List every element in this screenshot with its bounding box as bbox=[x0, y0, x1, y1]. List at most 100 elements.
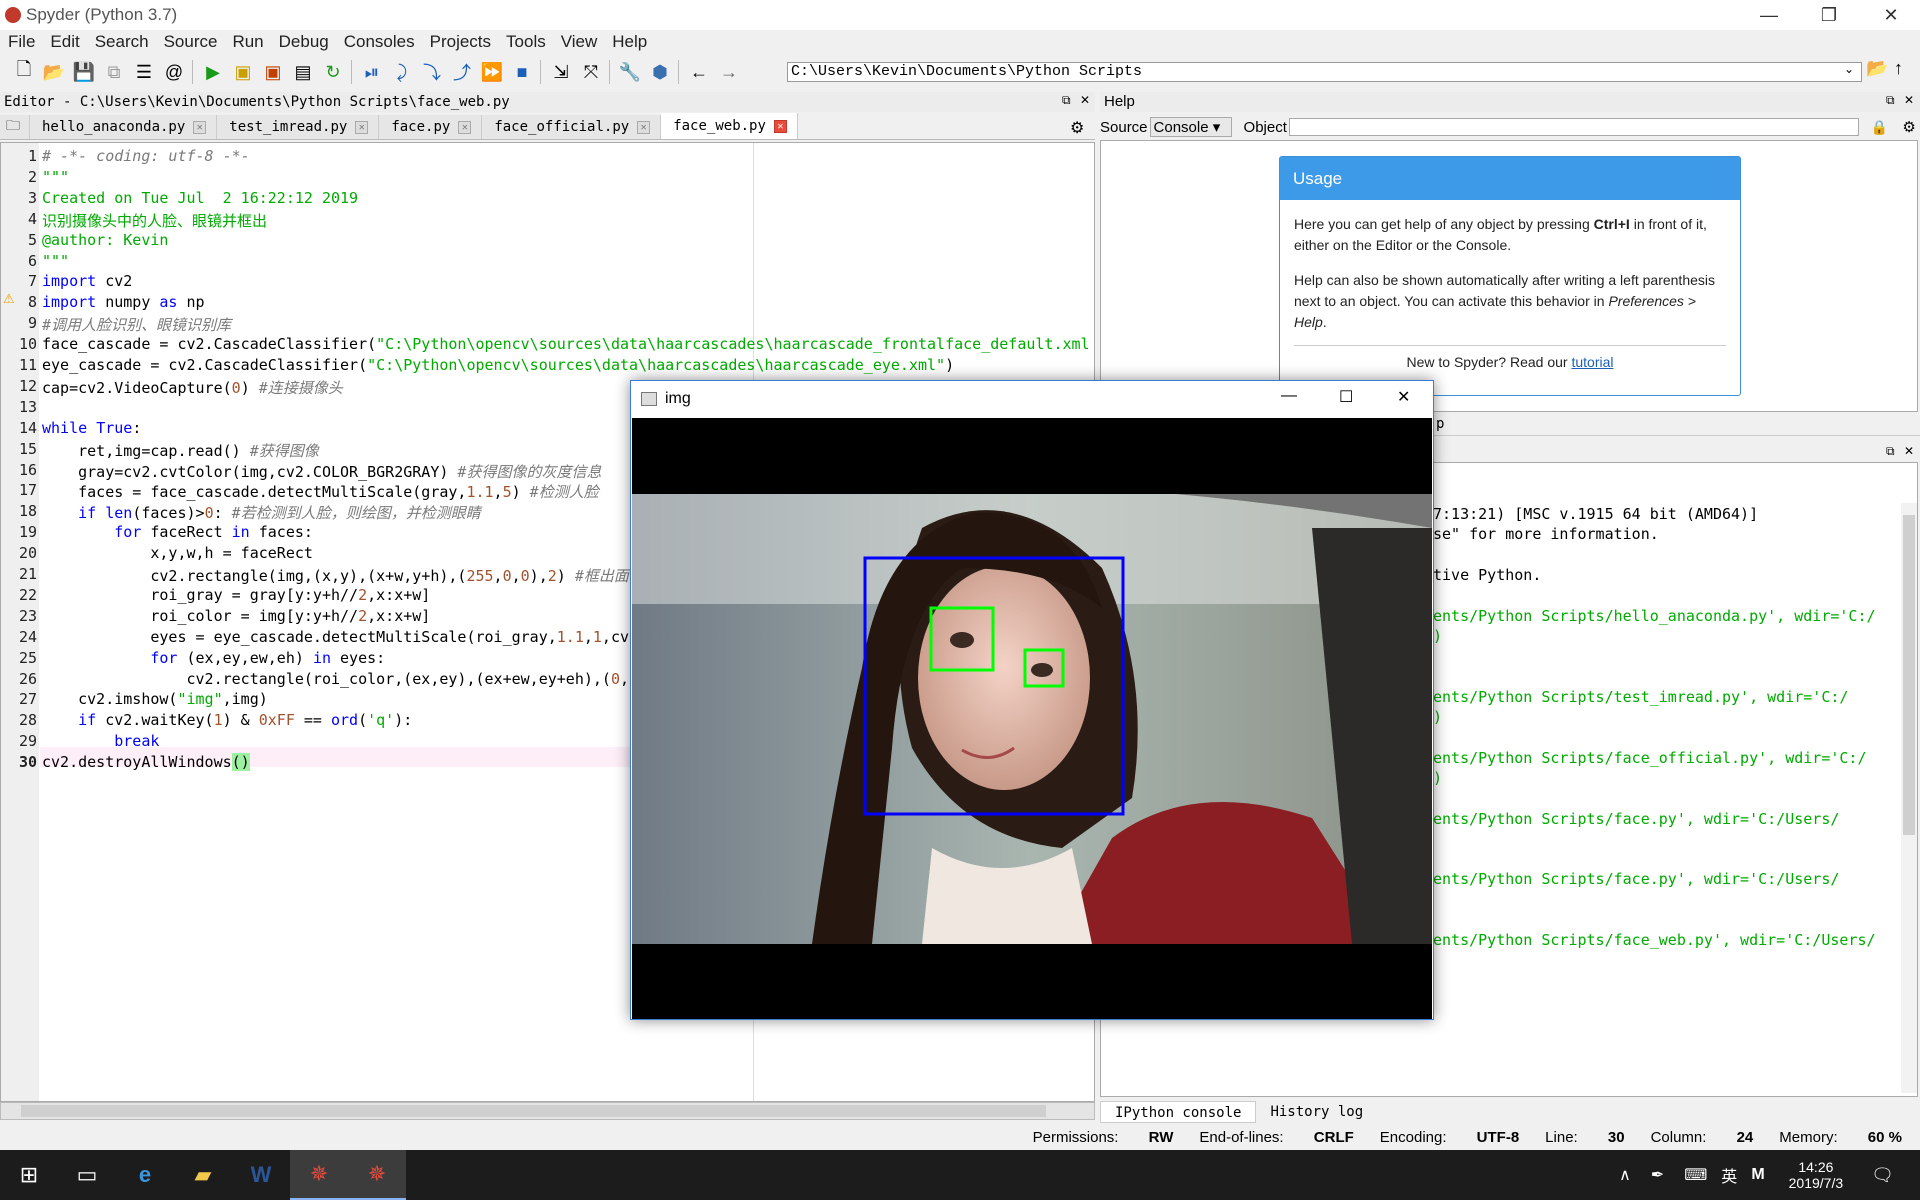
code-line: # -*- coding: utf-8 -*- bbox=[42, 147, 250, 165]
tutorial-link[interactable]: tutorial bbox=[1571, 354, 1613, 370]
step-return-icon[interactable]: ⤴ bbox=[448, 58, 476, 86]
undock-icon[interactable]: ⧉ bbox=[1062, 93, 1071, 108]
at-icon[interactable]: @ bbox=[160, 58, 188, 86]
code-line: eyes = eye_cascade.detectMultiScale(roi_… bbox=[42, 627, 639, 646]
tab-close-icon[interactable]: ✕ bbox=[355, 120, 369, 134]
tab-face-web[interactable]: face_web.py ✕ bbox=[661, 113, 798, 139]
menu-projects[interactable]: Projects bbox=[430, 32, 491, 52]
line-number: 27 bbox=[18, 690, 37, 709]
menu-tools[interactable]: Tools bbox=[506, 32, 546, 52]
open-file-icon[interactable]: 📂 bbox=[40, 58, 68, 86]
spyder-taskbar-icon-2[interactable]: ✵ bbox=[348, 1150, 406, 1200]
debug-icon[interactable]: ⏯ bbox=[358, 58, 386, 86]
line-number: 22 bbox=[18, 585, 37, 604]
pen-icon[interactable]: ✒ bbox=[1651, 1165, 1664, 1185]
tab-history-log[interactable]: History log bbox=[1256, 1101, 1377, 1123]
help-close-icon[interactable]: ✕ bbox=[1904, 93, 1914, 107]
menu-run[interactable]: Run bbox=[232, 32, 263, 52]
keyboard-icon[interactable]: ⌨ bbox=[1684, 1165, 1707, 1185]
parent-dir-up-icon[interactable]: ↑ bbox=[1894, 58, 1903, 79]
source-select[interactable]: Console ▾ bbox=[1149, 117, 1232, 137]
help-options-gear-icon[interactable]: ⚙ bbox=[1902, 118, 1915, 136]
start-windows-icon[interactable]: ⊞ bbox=[0, 1150, 58, 1200]
lock-icon[interactable]: 🔒 bbox=[1871, 119, 1888, 136]
console-undock-icon[interactable]: ⧉ bbox=[1886, 444, 1895, 459]
menu-search[interactable]: Search bbox=[95, 32, 149, 52]
run-selection-icon[interactable]: ▤ bbox=[289, 58, 317, 86]
close-button[interactable]: ✕ bbox=[1862, 0, 1920, 30]
spyder-taskbar-icon[interactable]: ✵ bbox=[290, 1150, 348, 1200]
edge-browser-icon[interactable]: e bbox=[116, 1150, 174, 1200]
opencv-img-window[interactable]: img — ☐ ✕ bbox=[630, 380, 1434, 1020]
clock[interactable]: 14:26 2019/7/3 bbox=[1789, 1159, 1844, 1191]
rerun-icon[interactable]: ↻ bbox=[319, 58, 347, 86]
stop-debug-icon[interactable]: ■ bbox=[508, 58, 536, 86]
python-path-icon[interactable]: ⬢ bbox=[646, 58, 674, 86]
forward-arrow-icon[interactable]: → bbox=[715, 58, 743, 86]
ime-language[interactable]: 英 bbox=[1721, 1163, 1737, 1187]
console-line: 7:13:21) [MSC v.1915 64 bit (AMD64)] bbox=[1433, 505, 1759, 523]
tab-face[interactable]: face.py ✕ bbox=[379, 115, 483, 139]
maximize-pane-icon[interactable]: ⇲ bbox=[547, 58, 575, 86]
tab-ipython-console[interactable]: IPython console bbox=[1100, 1101, 1257, 1123]
menu-file[interactable]: File bbox=[8, 32, 35, 52]
run-icon[interactable]: ▶ bbox=[199, 58, 227, 86]
ime-mode[interactable]: M bbox=[1751, 1166, 1764, 1184]
tab-face-official[interactable]: face_official.py ✕ bbox=[482, 115, 662, 139]
menu-view[interactable]: View bbox=[561, 32, 598, 52]
path-dropdown-icon[interactable]: ⌄ bbox=[1844, 62, 1854, 76]
tray-chevron-up-icon[interactable]: ∧ bbox=[1619, 1165, 1631, 1185]
img-close-icon[interactable]: ✕ bbox=[1397, 387, 1410, 407]
back-arrow-icon[interactable]: ← bbox=[685, 58, 713, 86]
console-close-icon[interactable]: ✕ bbox=[1904, 444, 1914, 458]
console-line: ents/Python Scripts/face.py', wdir='C:/U… bbox=[1433, 870, 1840, 889]
help-undock-icon[interactable]: ⧉ bbox=[1886, 93, 1895, 108]
minimize-button[interactable]: — bbox=[1740, 0, 1798, 30]
browse-tabs-icon[interactable]: 🗀 bbox=[0, 115, 30, 139]
file-explorer-icon[interactable]: ▰ bbox=[174, 1150, 232, 1200]
menu-edit[interactable]: Edit bbox=[50, 32, 79, 52]
line-number: 2 bbox=[27, 167, 37, 186]
editor-horizontal-scrollbar[interactable] bbox=[0, 1102, 1095, 1120]
continue-icon[interactable]: ⏩ bbox=[478, 58, 506, 86]
warning-icon[interactable]: ⚠ bbox=[3, 291, 15, 307]
run-cell-icon[interactable]: ▣ bbox=[229, 58, 257, 86]
new-file-icon[interactable]: 🗋 bbox=[10, 58, 38, 86]
help-toolbar: Source Console ▾ Object 🔒 ⚙ bbox=[1100, 116, 1920, 138]
tab-test-imread[interactable]: test_imread.py ✕ bbox=[217, 115, 380, 139]
help-tab-clipped[interactable]: p bbox=[1436, 416, 1444, 432]
run-cell-advance-icon[interactable]: ▣ bbox=[259, 58, 287, 86]
step-icon[interactable]: ⤸ bbox=[388, 58, 416, 86]
console-scrollbar[interactable] bbox=[1901, 503, 1917, 1093]
status-permissions: Permissions: RW bbox=[1032, 1128, 1174, 1146]
img-minimize-icon[interactable]: — bbox=[1281, 387, 1297, 405]
save-icon[interactable]: 💾 bbox=[70, 58, 98, 86]
code-line: #调用人脸识别、眼镜识别库 bbox=[42, 316, 232, 335]
menu-help[interactable]: Help bbox=[612, 32, 647, 52]
task-view-icon[interactable]: ▭ bbox=[58, 1150, 116, 1200]
menu-consoles[interactable]: Consoles bbox=[344, 32, 415, 52]
tab-close-icon[interactable]: ✕ bbox=[458, 120, 472, 134]
preferences-wrench-icon[interactable]: 🔧 bbox=[616, 58, 644, 86]
browse-folder-icon[interactable]: 📂 bbox=[1866, 58, 1888, 79]
img-maximize-icon[interactable]: ☐ bbox=[1339, 387, 1353, 407]
tab-close-icon[interactable]: ✕ bbox=[773, 119, 787, 133]
list-icon[interactable]: ☰ bbox=[130, 58, 158, 86]
menu-source[interactable]: Source bbox=[164, 32, 218, 52]
fullscreen-icon[interactable]: ⤧ bbox=[577, 58, 605, 86]
save-all-icon[interactable]: ⧉ bbox=[100, 58, 128, 86]
word-icon[interactable]: W bbox=[232, 1150, 290, 1200]
editor-options-gear-icon[interactable]: ⚙ bbox=[1070, 118, 1084, 138]
notifications-icon[interactable]: 🗨 bbox=[1871, 1165, 1894, 1186]
pane-close-icon[interactable]: ✕ bbox=[1080, 93, 1090, 107]
editor-pane-header: Editor - C:\Users\Kevin\Documents\Python… bbox=[0, 92, 1095, 112]
img-window-titlebar[interactable]: img — ☐ ✕ bbox=[631, 381, 1433, 417]
object-input[interactable] bbox=[1288, 118, 1859, 136]
working-directory-input[interactable]: C:\Users\Kevin\Documents\Python Scripts bbox=[787, 62, 1862, 82]
menu-debug[interactable]: Debug bbox=[279, 32, 329, 52]
tab-close-icon[interactable]: ✕ bbox=[193, 120, 207, 134]
step-into-icon[interactable]: ⤵ bbox=[418, 58, 446, 86]
tab-close-icon[interactable]: ✕ bbox=[637, 120, 651, 134]
restore-button[interactable]: ❐ bbox=[1800, 0, 1858, 30]
tab-hello-anaconda[interactable]: hello_anaconda.py ✕ bbox=[30, 115, 218, 139]
